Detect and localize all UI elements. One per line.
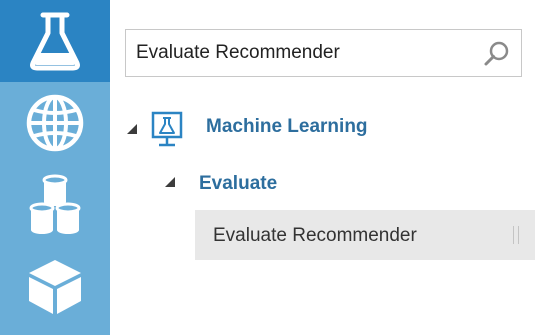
expand-collapse-arrow-icon[interactable] bbox=[165, 177, 175, 187]
tree-subcategory-label[interactable]: Evaluate bbox=[199, 173, 277, 195]
nav-item-modules[interactable] bbox=[0, 246, 110, 328]
nav-item-web-services[interactable] bbox=[0, 82, 110, 164]
module-label: Evaluate Recommender bbox=[213, 225, 417, 246]
nav-rail bbox=[0, 0, 110, 335]
expand-collapse-arrow-icon[interactable] bbox=[127, 124, 137, 134]
search-input[interactable] bbox=[136, 30, 476, 76]
tree-category-label[interactable]: Machine Learning bbox=[206, 116, 368, 138]
module-list-item[interactable]: Evaluate Recommender bbox=[195, 210, 535, 260]
module-cube-icon bbox=[25, 256, 85, 318]
datasets-icon bbox=[25, 174, 85, 236]
nav-item-experiments[interactable] bbox=[0, 0, 110, 82]
module-palette-window: Machine Learning Evaluate Evaluate Recom… bbox=[0, 0, 535, 335]
module-palette: Machine Learning Evaluate Evaluate Recom… bbox=[110, 0, 535, 335]
drag-handle-icon[interactable] bbox=[513, 226, 519, 244]
flask-icon bbox=[27, 11, 83, 71]
globe-icon bbox=[25, 93, 85, 153]
machine-learning-icon bbox=[151, 111, 183, 149]
search-box bbox=[125, 29, 522, 77]
nav-item-datasets[interactable] bbox=[0, 164, 110, 246]
search-icon[interactable] bbox=[483, 40, 511, 68]
